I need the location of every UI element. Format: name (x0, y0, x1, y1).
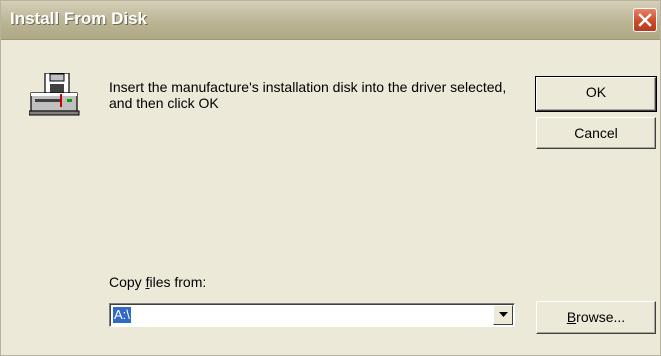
close-icon (638, 13, 652, 27)
ok-button[interactable]: OK (535, 76, 657, 112)
floppy-drive-icon (29, 73, 80, 116)
cancel-button[interactable]: Cancel (536, 117, 656, 149)
title-bar[interactable]: Install From Disk (1, 1, 660, 40)
browse-label-rest: rowse... (576, 309, 626, 325)
install-from-disk-dialog: Install From Disk Insert the manufacture… (0, 0, 661, 356)
browse-button[interactable]: Browse... (536, 301, 656, 334)
copy-files-path-value[interactable]: A:\ (112, 306, 132, 324)
instruction-text: Insert the manufacture's installation di… (109, 79, 507, 111)
copy-files-label-prefix: Copy (109, 274, 146, 290)
close-button[interactable] (633, 8, 657, 32)
browse-mnemonic: B (566, 309, 577, 325)
copy-files-label-rest: iles from: (149, 274, 207, 290)
chevron-down-icon (499, 312, 508, 317)
copy-files-label: Copy files from: (109, 274, 206, 290)
window-title: Install From Disk (10, 9, 147, 28)
dropdown-button[interactable] (493, 305, 513, 325)
copy-files-combobox[interactable]: A:\ (109, 303, 515, 327)
